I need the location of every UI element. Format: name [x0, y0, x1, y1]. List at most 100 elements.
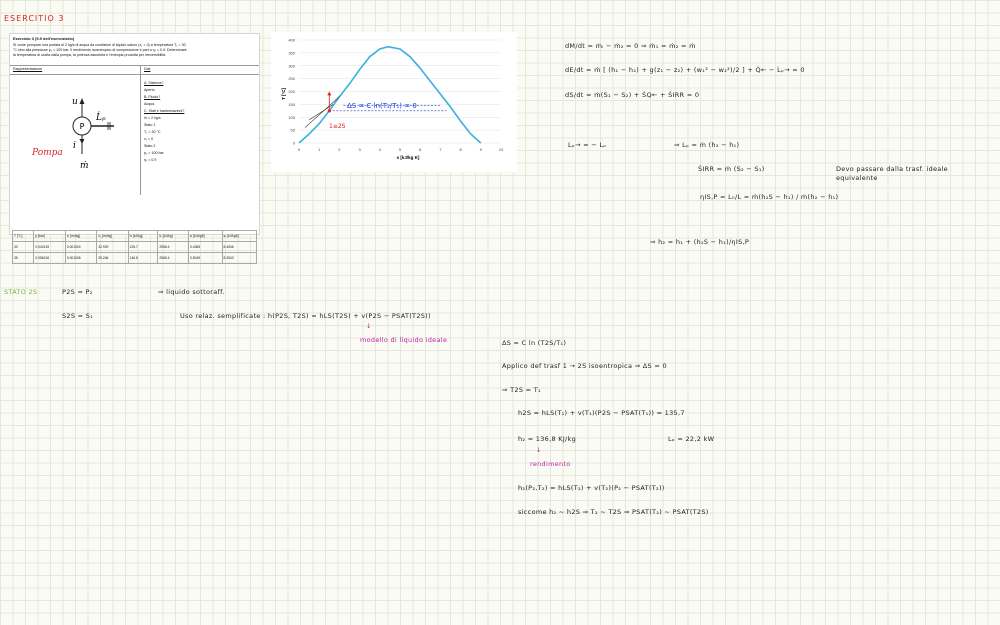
data-line: A. Sistema? — [144, 81, 164, 85]
representation-label: Rappresentazione — [13, 67, 43, 71]
data-line: C. Stati e trasformazioni? — [144, 109, 185, 113]
y-tick-label: 50 — [291, 128, 296, 133]
equation-delta-s: ΔS = C ln (T2S/T₁) — [502, 339, 567, 347]
table-cell: 30 — [11, 241, 35, 253]
table-cell: 0.056216 — [33, 252, 66, 264]
note-ideal-transform: Devo passare dalla trasf. ideale — [836, 165, 948, 173]
y-tick-label: 400 — [288, 38, 295, 43]
note-subcooled: ⇒ liquido sottoraff. — [158, 288, 225, 296]
table-cell: 2565.4 — [157, 252, 190, 264]
chart-xlabel: s [kJ/kg K] — [397, 155, 420, 160]
x-tick-label: 4 — [379, 147, 382, 152]
saturation-dome — [298, 45, 482, 144]
x-tick-label: 7 — [439, 147, 442, 152]
arrow-head — [327, 91, 332, 96]
table-cell: 0.042415 — [33, 241, 66, 253]
x-tick-label: 2 — [338, 147, 341, 152]
table-header: vₗ [m³/kg] — [64, 230, 98, 242]
table-cell: 146.6 — [127, 252, 159, 264]
x-tick-label: 9 — [480, 147, 483, 152]
equation-simplified: Uso relaz. semplificate : h(P2S, T2S) = … — [180, 312, 431, 320]
x-tick-label: 6 — [419, 147, 422, 152]
equation-energy-balance: dE/dt = ṁ [ (h₁ − h₂) + g(z₁ − z₂) + (w₁… — [565, 66, 805, 74]
x-tick-label: 0 — [298, 147, 301, 152]
data-line: B. Fluido? — [144, 95, 161, 99]
pump-diagram: P u i Ĺₚ ṁ Pompa — [31, 97, 114, 171]
table-cell: 35 — [11, 252, 35, 264]
table-header: hₗ [kJ/kg] — [127, 230, 159, 242]
data-line: Acqua — [144, 102, 155, 106]
delta-s-annotation: ΔS = C ln(T₂/T₁) = 0 — [347, 102, 417, 110]
arrow-mark: ↓ — [536, 446, 542, 454]
state-point — [327, 109, 331, 113]
equation-entropy-balance: dS/dt = ṁ(S₁ − S₂) + ṠQ← + ṠIRR = 0 — [565, 91, 700, 99]
x-tick-label: 10 — [499, 147, 504, 152]
equation-s2s: S2S = S₁ — [62, 312, 94, 320]
data-line: p₂ = 100 bar — [144, 151, 164, 155]
y-tick-label: 100 — [288, 115, 295, 120]
pump-label: Pompa — [31, 148, 63, 158]
table-header: hᵥ [kJ/kg] — [157, 230, 190, 242]
table-cell: 0.4365 — [188, 241, 223, 253]
ts-chart-svg: 0 50 100 150 200 250 300 350 400 0 1 2 3 4 5 6 7 8 9 10 s [… — [281, 38, 504, 161]
outlet-label: u — [72, 97, 78, 107]
data-line: Stato 2 — [144, 144, 156, 148]
equation-sirr: ṠIRR = ṁ (S₂ − S₁) — [698, 165, 765, 173]
table-cell: 8.3543 — [221, 252, 257, 264]
data-list: A. Sistema? Aperto B. Fluido? Acqua C. S… — [144, 80, 184, 164]
equation-t2s: ⇒ T2S = T₁ — [502, 386, 541, 394]
y-tick-label: 350 — [288, 50, 295, 55]
exercise-text-line: la temperatura di uscita dalla pompa, la… — [13, 53, 167, 57]
inlet-label: i — [73, 141, 76, 151]
table-header: sᵥ [kJ/kgK] — [221, 230, 257, 242]
table-row: 30 0.042415 0.001004 32.929 125.7 2556.4… — [11, 241, 257, 253]
y-tick-label: 300 — [288, 63, 295, 68]
table-header: sₗ [kJ/kgK] — [188, 230, 223, 242]
property-table: T [°C] p [bar] vₗ [m³/kg] vᵥ [m³/kg] hₗ … — [11, 230, 257, 264]
x-tick-label: 8 — [459, 147, 462, 152]
exercise-title: Esercizio 3 (5.9 dell'eserciziario) — [13, 36, 75, 41]
table-cell: 125.7 — [127, 241, 159, 253]
arrow-mark: ↓ — [366, 322, 372, 330]
note-efficiency: rendimento — [530, 460, 571, 468]
ts-chart: 0 50 100 150 200 250 300 350 400 0 1 2 3 4 5 6 7 8 9 10 s [… — [271, 32, 517, 172]
conclusion-line: siccome h₂ ~ h2S ⇒ T₂ ~ T2S ⇒ PSAT(T₂) ~… — [518, 508, 709, 516]
equation-h2-state: h₂(P₂,T₂) = hLS(T₂) + v(T₂)(P₂ − PSAT(T₂… — [518, 484, 665, 492]
equation-p2s: P2S = P₂ — [62, 288, 93, 296]
exercise-card: Esercizio 3 (5.9 dell'eserciziario) Si v… — [9, 33, 260, 264]
power-label: Ĺₚ — [95, 111, 106, 123]
table-cell: 0.001006 — [64, 252, 98, 264]
result-h2: h₂ = 136,8 KJ/kg — [518, 435, 577, 443]
flow-label: ṁ — [80, 161, 89, 171]
equation-work-sign: Lₚ→ = − Lₚ — [568, 141, 607, 149]
y-tick-label: 200 — [288, 89, 295, 94]
y-tick-label: 0 — [293, 141, 296, 146]
table-header: T [°C] — [11, 230, 35, 242]
table-header: vᵥ [m³/kg] — [96, 230, 129, 242]
note-ideal-liquid: modello di liquido ideale — [360, 336, 448, 344]
x-tick-label: 5 — [399, 147, 402, 152]
state-label: STATO 2S — [4, 288, 38, 296]
data-line: ṁ = 2 kg/s — [144, 116, 161, 120]
equation-work: ⇒ Lₚ = ṁ (h₂ − h₁) — [674, 141, 740, 149]
table-row: 35 0.056216 0.001006 25.246 146.6 2565.4… — [11, 252, 257, 264]
y-tick-label: 150 — [288, 102, 295, 107]
point-annotation: 1≡2S — [329, 123, 346, 130]
divider — [10, 74, 259, 75]
chart-ylabel: T [°C] — [281, 87, 286, 100]
data-line: x₁ = 0 — [144, 137, 154, 141]
table-cell: 2556.4 — [157, 241, 190, 253]
data-line: T₁ = 30 °C — [144, 130, 161, 134]
equation-efficiency: ηIS,P = L₀/L = ṁ(h₂S − h₁) / ṁ(h₂ − h₁) — [700, 193, 839, 201]
exercise-text: Si vuole pompare una portata di 2 kg/s d… — [13, 43, 256, 58]
data-line: Aperto — [144, 88, 155, 92]
table-cell: 32.929 — [96, 241, 129, 253]
table-cell: 8.4546 — [221, 241, 257, 253]
equation-h2s: h2S = hLS(T₁) + v(T₁)(P2S − PSAT(T₁)) = … — [518, 409, 685, 417]
note-equivalent: equivalente — [836, 174, 878, 182]
table-header: p [bar] — [33, 230, 66, 242]
equation-h2: ⇒ h₂ = h₁ + (h₂S − h₁)/ηIS,P — [650, 238, 750, 246]
table-cell: 25.246 — [96, 252, 129, 264]
y-tick-label: 250 — [288, 76, 295, 81]
data-label: Dati — [144, 67, 151, 71]
